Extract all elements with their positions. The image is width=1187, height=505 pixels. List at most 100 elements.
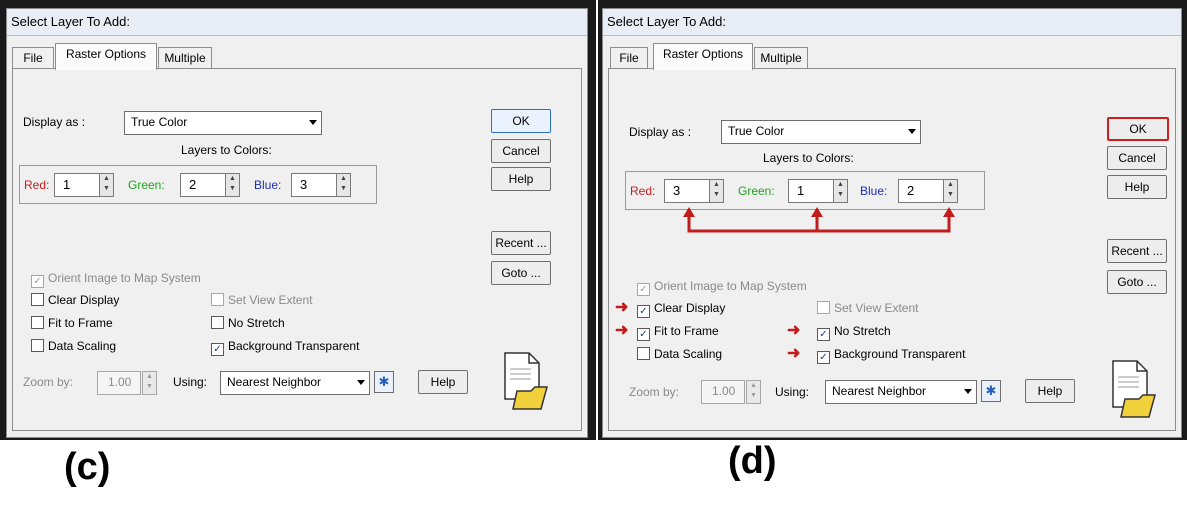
- resample-method-select[interactable]: Nearest Neighbor: [825, 380, 977, 404]
- checkbox-box: [211, 316, 224, 329]
- data-scaling-label: Data Scaling: [654, 347, 723, 361]
- tab-file[interactable]: File: [12, 47, 54, 69]
- blue-layer-value: 3: [300, 177, 308, 192]
- green-layer-spinner[interactable]: 2 ▲ ▼: [180, 173, 240, 197]
- checkbox-box: ✓: [637, 305, 650, 318]
- annotation-arrow-icon: ➜: [615, 299, 629, 316]
- data-scaling-checkbox[interactable]: Data Scaling: [637, 347, 722, 361]
- using-label: Using:: [173, 375, 208, 389]
- star-icon[interactable]: ✱: [981, 380, 1001, 402]
- clear-display-checkbox[interactable]: Clear Display: [31, 293, 119, 307]
- red-layer-spinner[interactable]: 1 ▲ ▼: [54, 173, 114, 197]
- checkbox-box: ✓: [817, 351, 830, 364]
- cancel-button[interactable]: Cancel: [1107, 146, 1167, 170]
- checkbox-box: [31, 293, 44, 306]
- blue-layer-value: 2: [907, 183, 915, 198]
- resample-method-select[interactable]: Nearest Neighbor: [220, 371, 370, 395]
- checkbox-box: [31, 339, 44, 352]
- clear-display-checkbox[interactable]: ✓ Clear Display: [637, 301, 725, 318]
- dropdown-arrow-icon: [964, 389, 972, 394]
- display-as-select[interactable]: True Color: [124, 111, 322, 135]
- orient-image-checkbox[interactable]: ✓ Orient Image to Map System: [637, 279, 807, 296]
- clear-display-label: Clear Display: [654, 301, 726, 315]
- red-layer-spinner[interactable]: 3 ▲ ▼: [664, 179, 724, 203]
- using-label: Using:: [775, 385, 810, 399]
- panel-caption-d: (d): [728, 440, 777, 482]
- tab-multiple[interactable]: Multiple: [158, 47, 212, 69]
- set-view-extent-label: Set View Extent: [228, 293, 313, 307]
- panel-caption-c: (c): [64, 446, 111, 488]
- spin-up-down-icon[interactable]: ▲ ▼: [833, 179, 848, 203]
- display-as-select[interactable]: True Color: [721, 120, 921, 144]
- raster-options-pane: Display as : True Color Layers to Colors…: [608, 68, 1176, 431]
- checkbox-box: ✓: [211, 343, 224, 356]
- help-button[interactable]: Help: [491, 167, 551, 191]
- help-button[interactable]: Help: [1107, 175, 1167, 199]
- spin-up-down-icon[interactable]: ▲ ▼: [99, 173, 114, 197]
- orient-image-checkbox[interactable]: ✓ Orient Image to Map System: [31, 271, 201, 288]
- annotation-arrow-icon: ➜: [787, 345, 801, 362]
- layers-to-colors-label: Layers to Colors:: [763, 151, 854, 165]
- zoom-by-label: Zoom by:: [629, 385, 680, 399]
- file-folder-icon: [504, 352, 548, 410]
- set-view-extent-checkbox[interactable]: Set View Extent: [211, 293, 313, 307]
- cancel-button[interactable]: Cancel: [491, 139, 551, 163]
- display-as-label: Display as :: [629, 125, 692, 139]
- background-transparent-checkbox[interactable]: ✓ Background Transparent: [211, 339, 359, 356]
- zoom-by-value: 1.00: [712, 384, 736, 398]
- tab-raster-options[interactable]: Raster Options: [55, 43, 157, 70]
- red-layer-value: 3: [673, 183, 681, 198]
- fit-to-frame-checkbox[interactable]: ✓ Fit to Frame: [637, 324, 719, 341]
- tab-multiple[interactable]: Multiple: [754, 47, 808, 69]
- background-transparent-checkbox[interactable]: ✓ Background Transparent: [817, 347, 965, 364]
- ok-button[interactable]: OK: [1107, 117, 1169, 141]
- green-layer-value: 2: [189, 177, 197, 192]
- goto-button[interactable]: Goto ...: [1107, 270, 1167, 294]
- orient-image-label: Orient Image to Map System: [48, 271, 201, 285]
- ok-button[interactable]: OK: [491, 109, 551, 133]
- spin-up-down-icon[interactable]: ▲ ▼: [225, 173, 240, 197]
- red-label: Red:: [630, 184, 656, 198]
- blue-layer-spinner[interactable]: 2 ▲ ▼: [898, 179, 958, 203]
- fit-to-frame-checkbox[interactable]: Fit to Frame: [31, 316, 113, 330]
- fit-to-frame-label: Fit to Frame: [48, 316, 113, 330]
- zoom-by-label: Zoom by:: [23, 375, 74, 389]
- select-layer-dialog: Select Layer To Add: File Raster Options…: [6, 8, 588, 438]
- tab-raster-options[interactable]: Raster Options: [653, 43, 753, 70]
- data-scaling-checkbox[interactable]: Data Scaling: [31, 339, 116, 353]
- recent-button[interactable]: Recent ...: [491, 231, 551, 255]
- red-layer-value: 1: [63, 177, 71, 192]
- help-button-secondary[interactable]: Help: [418, 370, 468, 394]
- no-stretch-checkbox[interactable]: No Stretch: [211, 316, 285, 330]
- dialog-titlebar: Select Layer To Add:: [7, 9, 587, 36]
- blue-label: Blue:: [254, 178, 282, 192]
- dialog-title: Select Layer To Add:: [607, 14, 727, 29]
- star-icon[interactable]: ✱: [374, 371, 394, 393]
- checkbox-box: [211, 293, 224, 306]
- goto-button[interactable]: Goto ...: [491, 261, 551, 285]
- blue-layer-spinner[interactable]: 3 ▲ ▼: [291, 173, 351, 197]
- dialog-titlebar: Select Layer To Add:: [603, 9, 1181, 36]
- set-view-extent-label: Set View Extent: [834, 301, 919, 315]
- layers-to-colors-label: Layers to Colors:: [181, 143, 272, 157]
- spin-up-down-icon[interactable]: ▲ ▼: [142, 371, 157, 395]
- annotation-arrow-icon: [683, 207, 955, 233]
- help-button-secondary[interactable]: Help: [1025, 379, 1075, 403]
- set-view-extent-checkbox[interactable]: Set View Extent: [817, 301, 919, 315]
- zoom-by-input[interactable]: 1.00 ▲ ▼: [701, 380, 761, 404]
- spin-up-down-icon[interactable]: ▲ ▼: [336, 173, 351, 197]
- no-stretch-checkbox[interactable]: ✓ No Stretch: [817, 324, 891, 341]
- checkbox-box: [637, 347, 650, 360]
- tab-file[interactable]: File: [610, 47, 648, 69]
- data-scaling-label: Data Scaling: [48, 339, 117, 353]
- zoom-by-input[interactable]: 1.00 ▲ ▼: [97, 371, 157, 395]
- recent-button[interactable]: Recent ...: [1107, 239, 1167, 263]
- dropdown-arrow-icon: [357, 380, 365, 385]
- spin-up-down-icon[interactable]: ▲ ▼: [943, 179, 958, 203]
- green-layer-spinner[interactable]: 1 ▲ ▼: [788, 179, 848, 203]
- spin-up-down-icon[interactable]: ▲ ▼: [746, 380, 761, 404]
- panel-c: Select Layer To Add: File Raster Options…: [0, 0, 596, 440]
- spin-up-down-icon[interactable]: ▲ ▼: [709, 179, 724, 203]
- clear-display-label: Clear Display: [48, 293, 120, 307]
- blue-label: Blue:: [860, 184, 888, 198]
